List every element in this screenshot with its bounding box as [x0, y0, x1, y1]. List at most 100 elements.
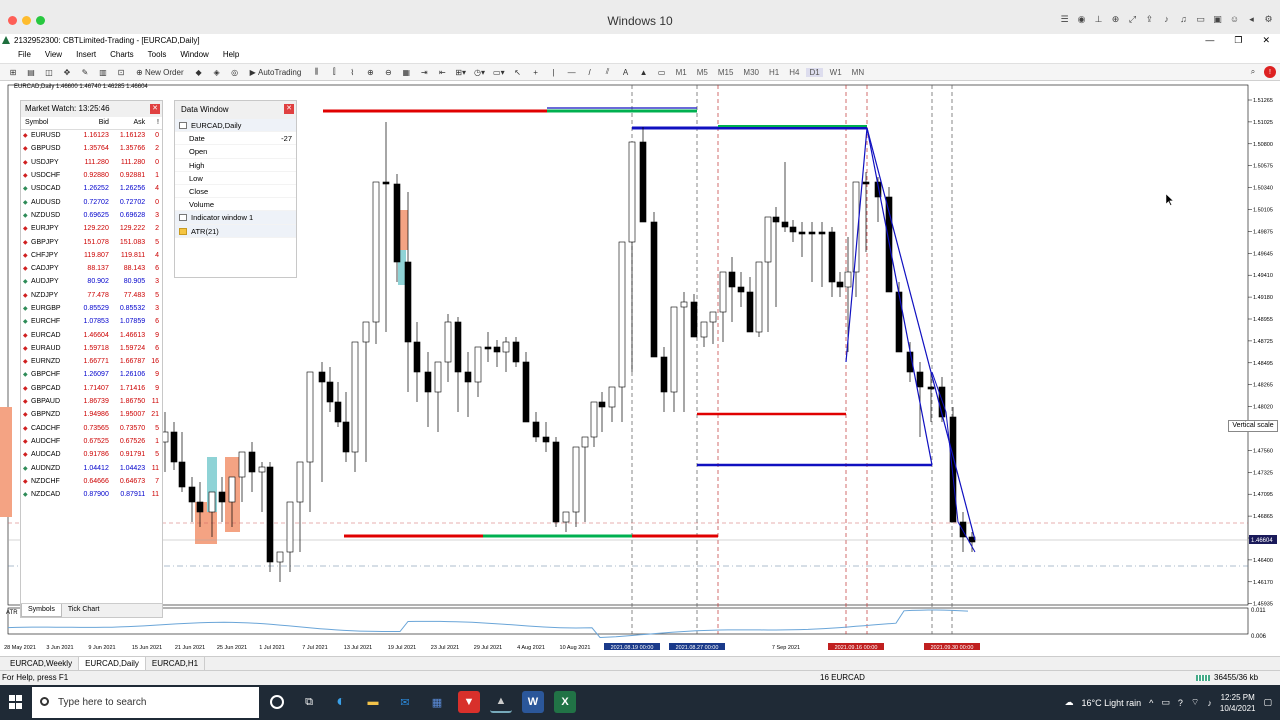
windows-start-icon[interactable] [9, 695, 23, 709]
market-watch-row[interactable]: ◆ USDCAD 1.26252 1.26256 4 [21, 182, 162, 195]
cortana-icon[interactable] [270, 695, 284, 709]
tester-icon[interactable]: ⊡ [114, 65, 128, 79]
volume-icon[interactable]: ♪ [1207, 698, 1212, 708]
text-icon[interactable]: A [619, 65, 633, 79]
wifi-icon[interactable]: ⌔ [1191, 697, 1199, 708]
market-watch-row[interactable]: ◆ NZDUSD 0.69625 0.69628 3 [21, 209, 162, 222]
market-watch-row[interactable]: ◆ AUDCAD 0.91786 0.91791 5 [21, 448, 162, 461]
close-icon[interactable]: ✕ [1262, 34, 1270, 47]
notifications-icon[interactable]: ▢ [1263, 697, 1272, 708]
user-icon[interactable]: ☺ [1229, 14, 1240, 25]
periods-icon[interactable]: ◷▾ [472, 65, 487, 79]
market-watch-row[interactable]: ◆ AUDUSD 0.72702 0.72702 0 [21, 195, 162, 208]
market-watch-close-icon[interactable]: ✕ [150, 104, 160, 114]
task-view-icon[interactable]: ⧉ [298, 691, 320, 713]
market-watch-row[interactable]: ◆ CHFJPY 119.807 119.811 4 [21, 249, 162, 262]
excel-icon[interactable]: X [554, 691, 576, 713]
taskbar-search-box[interactable]: Type here to search [32, 687, 259, 718]
market-watch-row[interactable]: ◆ AUDCHF 0.67525 0.67526 1 [21, 435, 162, 448]
timeframe-h4[interactable]: H4 [786, 68, 802, 77]
col-symbol[interactable]: Symbol [21, 117, 76, 130]
autotrading-button[interactable]: ▶ AutoTrading [246, 65, 306, 79]
market-watch-row[interactable]: ◆ AUDJPY 80.902 80.905 3 [21, 275, 162, 288]
menu-tools[interactable]: Tools [148, 48, 167, 62]
alert-icon[interactable]: ! [1264, 66, 1276, 78]
market-watch-row[interactable]: ◆ AUDNZD 1.04412 1.04423 11 [21, 461, 162, 474]
tab-eurcad-h1[interactable]: EURCAD,H1 [146, 657, 206, 670]
timeframe-w1[interactable]: W1 [827, 68, 845, 77]
tray-up-icon[interactable]: ^ [1149, 698, 1153, 708]
market-watch-row[interactable]: ◆ GBPCAD 1.71407 1.71416 9 [21, 382, 162, 395]
terminal-icon[interactable]: ▥ [96, 65, 110, 79]
window-icon[interactable]: ▭ [1195, 14, 1206, 25]
profiles-icon[interactable]: ▤ [24, 65, 38, 79]
market-watch-row[interactable]: ◆ GBPJPY 151.078 151.083 5 [21, 235, 162, 248]
menu-view[interactable]: View [45, 48, 62, 62]
market-watch-icon[interactable]: ◫ [42, 65, 56, 79]
search-icon[interactable]: ⌕ [1246, 65, 1260, 79]
timeframe-m30[interactable]: M30 [740, 68, 762, 77]
timeframe-mn[interactable]: MN [849, 68, 867, 77]
label-icon[interactable]: ▭ [655, 65, 669, 79]
market-watch-row[interactable]: ◆ GBPNZD 1.94986 1.95007 21 [21, 408, 162, 421]
tab-tick-chart[interactable]: Tick Chart [62, 604, 106, 617]
tab-symbols[interactable]: Symbols [21, 604, 62, 617]
back-icon[interactable]: ◂ [1246, 14, 1257, 25]
crosshair-icon[interactable]: + [529, 65, 543, 79]
share-icon[interactable]: ⇪ [1144, 14, 1155, 25]
indicators-icon[interactable]: ⊞▾ [453, 65, 468, 79]
metaeditor-icon[interactable]: ◆ [192, 65, 206, 79]
autoscroll-icon[interactable]: ⇥ [417, 65, 431, 79]
menu-file[interactable]: File [18, 48, 31, 62]
market-watch-row[interactable]: ◆ USDJPY 111.280 111.280 0 [21, 156, 162, 169]
folder-icon[interactable]: ▣ [1212, 14, 1223, 25]
help-icon[interactable]: ? [1178, 698, 1183, 708]
menu-window[interactable]: Window [180, 48, 208, 62]
horizontal-line-icon[interactable]: — [565, 65, 579, 79]
market-watch-row[interactable]: ◆ USDCHF 0.92880 0.92881 1 [21, 169, 162, 182]
market-watch-row[interactable]: ◆ NZDJPY 77.478 77.483 5 [21, 289, 162, 302]
edge-icon[interactable]: ◐ [330, 691, 352, 713]
weather-text[interactable]: 16°C Light rain [1082, 698, 1142, 708]
chart-shift-icon[interactable]: ⇤ [435, 65, 449, 79]
market-watch-row[interactable]: ◆ NZDCAD 0.87900 0.87911 11 [21, 488, 162, 501]
atr-row[interactable]: ATR(21) [175, 224, 296, 238]
file-explorer-icon[interactable]: ▬ [362, 691, 384, 713]
col-ask[interactable]: Ask [111, 117, 149, 130]
zoom-in-icon[interactable]: ⊕ [363, 65, 377, 79]
data-window-close-icon[interactable]: ✕ [284, 104, 294, 114]
market-watch-row[interactable]: ◆ GBPCHF 1.26097 1.26106 9 [21, 368, 162, 381]
market-watch-row[interactable]: ◆ EURCAD 1.46604 1.46613 9 [21, 328, 162, 341]
expand-icon[interactable]: ⤢ [1127, 14, 1138, 25]
pin-icon[interactable]: ⊥ [1093, 14, 1104, 25]
mt4-taskbar-icon[interactable]: ▲ [490, 691, 512, 713]
market-watch-row[interactable]: ◆ EURCHF 1.07853 1.07859 6 [21, 315, 162, 328]
line-chart-icon[interactable]: ⌇ [345, 65, 359, 79]
templates-icon[interactable]: ▭▾ [491, 65, 507, 79]
word-icon[interactable]: W [522, 691, 544, 713]
trendline-icon[interactable]: / [583, 65, 597, 79]
weather-icon[interactable]: ☁ [1065, 697, 1074, 708]
restore-icon[interactable]: ❐ [1234, 34, 1242, 47]
minimize-icon[interactable]: — [1205, 34, 1214, 47]
data-window-icon[interactable]: ✥ [60, 65, 74, 79]
vertical-line-icon[interactable]: | [547, 65, 561, 79]
zoom-icon[interactable]: ⊕ [1110, 14, 1121, 25]
new-chart-icon[interactable]: ⊞ [6, 65, 20, 79]
timeframe-m5[interactable]: M5 [694, 68, 711, 77]
market-watch-row[interactable]: ◆ EURUSD 1.16123 1.16123 0 [21, 129, 162, 142]
bar-chart-icon[interactable]: ⫼ [309, 65, 323, 79]
record-icon[interactable]: ◉ [1076, 14, 1087, 25]
market-watch-row[interactable]: ◆ CADCHF 0.73565 0.73570 5 [21, 422, 162, 435]
timeframe-m15[interactable]: M15 [715, 68, 737, 77]
candles-icon[interactable]: ⫿ [327, 65, 341, 79]
tab-eurcad-weekly[interactable]: EURCAD,Weekly [4, 657, 80, 670]
col-bid[interactable]: Bid [75, 117, 112, 130]
market-watch-row[interactable]: ◆ GBPAUD 1.86739 1.86750 11 [21, 395, 162, 408]
new-order-button[interactable]: ⊕ New Order [132, 65, 188, 79]
menu-insert[interactable]: Insert [76, 48, 96, 62]
cursor-icon[interactable]: ↖ [511, 65, 525, 79]
arrows-icon[interactable]: ▲ [637, 65, 651, 79]
list-icon[interactable]: ☰ [1059, 14, 1070, 25]
settings-icon[interactable]: ⚙ [1263, 14, 1274, 25]
